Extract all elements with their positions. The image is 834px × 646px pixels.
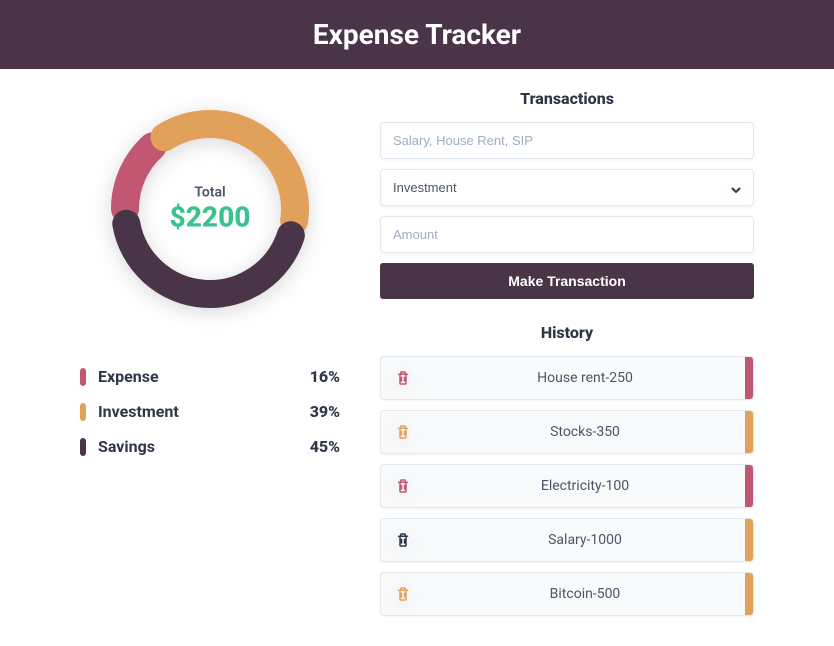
transactions-heading: Transactions: [380, 89, 754, 108]
chart-total-value: $2200: [170, 201, 251, 234]
trash-icon: [394, 477, 412, 495]
delete-button[interactable]: [381, 573, 425, 615]
delete-button[interactable]: [381, 465, 425, 507]
history-category-bar: [745, 573, 753, 615]
trash-icon: [394, 531, 412, 549]
app-header: Expense Tracker: [0, 0, 834, 69]
history-list: House rent-250 Stocks-350 Electricity-10…: [380, 356, 754, 616]
history-category-bar: [745, 411, 753, 453]
history-category-bar: [745, 465, 753, 507]
legend-percent: 39%: [310, 402, 340, 421]
donut-chart: Total $2200: [90, 89, 330, 329]
history-item-text: House rent-250: [425, 358, 745, 398]
history-item: Bitcoin-500: [380, 572, 754, 616]
legend-label: Expense: [98, 367, 310, 386]
main-container: Total $2200 Expense 16% Investment 39% S…: [0, 69, 834, 646]
delete-button[interactable]: [381, 519, 425, 561]
donut-arc-expense: [125, 146, 153, 209]
legend-label: Investment: [98, 402, 310, 421]
trash-icon: [394, 369, 412, 387]
legend-color-dot: [80, 403, 86, 421]
trash-icon: [394, 585, 412, 603]
legend-label: Savings: [98, 437, 310, 456]
chart-center: Total $2200: [170, 185, 251, 234]
history-item: Stocks-350: [380, 410, 754, 454]
chart-total-label: Total: [170, 185, 251, 201]
legend-percent: 16%: [310, 367, 340, 386]
legend-percent: 45%: [310, 437, 340, 456]
legend-color-dot: [80, 438, 86, 456]
history-item: Salary-1000: [380, 518, 754, 562]
delete-button[interactable]: [381, 411, 425, 453]
make-transaction-button[interactable]: Make Transaction: [380, 263, 754, 299]
delete-button[interactable]: [381, 357, 425, 399]
history-item-text: Electricity-100: [425, 466, 745, 506]
transaction-amount-input[interactable]: [380, 216, 754, 253]
legend-row: Expense 16%: [80, 359, 340, 394]
history-item: Electricity-100: [380, 464, 754, 508]
history-item-text: Stocks-350: [425, 412, 745, 452]
history-category-bar: [745, 357, 753, 399]
legend-row: Investment 39%: [80, 394, 340, 429]
donut-arc-savings: [126, 224, 291, 294]
right-panel: Transactions Investment Make Transaction…: [380, 89, 754, 626]
legend: Expense 16% Investment 39% Savings 45%: [80, 349, 340, 474]
transaction-type-select[interactable]: Investment: [380, 169, 754, 206]
history-item-text: Bitcoin-500: [425, 574, 745, 614]
transaction-name-input[interactable]: [380, 122, 754, 159]
left-panel: Total $2200 Expense 16% Investment 39% S…: [80, 89, 340, 626]
legend-color-dot: [80, 368, 86, 386]
app-title: Expense Tracker: [313, 18, 521, 51]
history-item: House rent-250: [380, 356, 754, 400]
history-category-bar: [745, 519, 753, 561]
trash-icon: [394, 423, 412, 441]
history-item-text: Salary-1000: [425, 520, 745, 560]
history-heading: History: [380, 323, 754, 342]
legend-row: Savings 45%: [80, 429, 340, 464]
